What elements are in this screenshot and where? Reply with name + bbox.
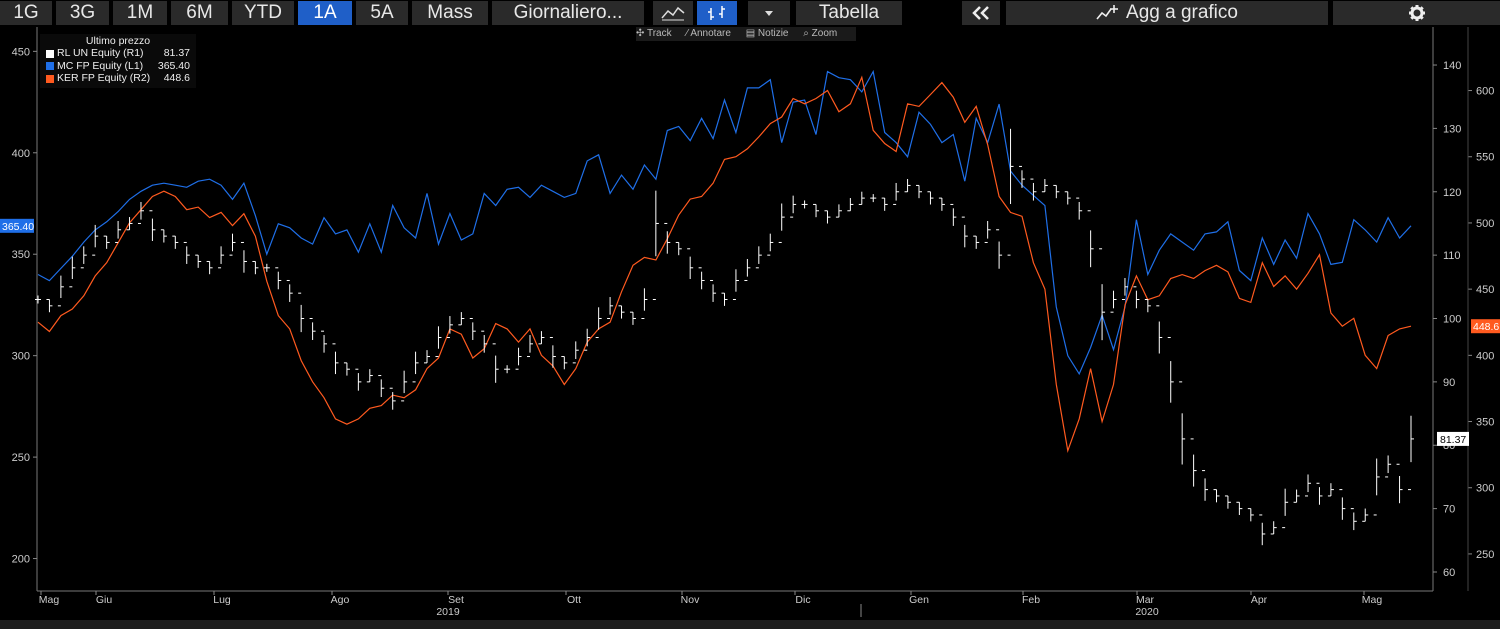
right-axis-r1-tick-label: 130 [1443,123,1461,135]
right-axis-r2-tick-label: 550 [1476,152,1494,164]
x-axis-month-label: Dic [795,594,810,606]
x-axis-month-label: Nov [681,594,700,606]
right-axis-r1-tick-label: 70 [1443,504,1455,516]
chart-legend: Ultimo prezzo RL UN Equity (R1) 81.37 MC… [40,34,196,88]
x-axis-month-label: Lug [213,594,231,606]
right-axis-r1-tick-label: 120 [1443,187,1461,199]
x-axis-month-label: Ago [331,594,350,606]
x-axis-month-label: Mag [39,594,60,606]
legend-title: Ultimo prezzo [85,35,151,47]
x-axis-month-label: Ott [567,594,581,606]
right-axis-r2-tick-label: 400 [1476,350,1494,362]
legend-value-rl: 81.37 [163,47,190,59]
annotate-tool[interactable]: ⁄ Annotare [686,28,737,39]
left-axis-tick-label: 250 [12,452,30,464]
x-axis-month-label: Apr [1251,594,1268,606]
last-value-label-ker: 448.6 [1473,321,1499,333]
status-bar [0,620,1500,629]
right-axis-r1-tick-label: 90 [1443,377,1455,389]
news-tool[interactable]: ▤ Notizie [746,28,795,39]
chart-subtoolbar: ✣ Track ⁄ Annotare ▤ Notizie ⌕ Zoom [636,27,856,41]
legend-value-mc: 365.40 [157,59,190,72]
x-axis-year-label: 2019 [436,606,460,618]
left-axis-tick-label: 200 [12,554,30,566]
left-axis-tick-label: 300 [12,351,30,363]
right-axis-r2-tick-label: 500 [1476,218,1494,230]
left-axis-tick-label: 350 [12,249,30,261]
right-axis-r2-tick-label: 250 [1476,549,1494,561]
right-axis-r2-tick-label: 600 [1476,86,1494,98]
legend-item-mc: MC FP Equity (L1) 365.40 [40,60,196,73]
legend-name-rl: RL UN Equity (R1) [57,47,144,59]
zoom-tool[interactable]: ⌕ Zoom [803,28,843,39]
x-axis-year-label: 2020 [1135,606,1159,618]
x-axis-month-label: Feb [1022,594,1040,606]
left-axis-tick-label: 450 [12,46,30,58]
x-axis-month-label: Giu [96,594,113,606]
legend-swatch-ker [46,74,54,83]
last-value-label-rl: 81.37 [1440,434,1466,446]
right-axis-r2-tick-label: 450 [1476,284,1494,296]
legend-item-ker: KER FP Equity (R2) 448.6 [40,72,196,85]
right-axis-r1-tick-label: 140 [1443,60,1461,72]
legend-name-ker: KER FP Equity (R2) [57,72,151,84]
right-axis-r2-tick-label: 350 [1476,417,1494,429]
legend-name-mc: MC FP Equity (L1) [57,59,144,72]
legend-swatch-rl [46,49,54,58]
x-axis-month-label: Set [448,594,464,606]
left-axis-tick-label: 400 [12,148,30,160]
x-axis-month-label: Mag [1362,594,1383,606]
legend-item-rl: RL UN Equity (R1) 81.37 [40,47,196,60]
right-axis-r1-tick-label: 100 [1443,314,1461,326]
legend-swatch-mc [46,62,54,70]
right-axis-r2-tick-label: 300 [1476,483,1494,495]
last-value-label-mc: 365.40 [2,221,34,233]
series-line-left [37,69,1412,376]
right-axis-r1-tick-label: 110 [1443,250,1461,262]
x-axis-month-label: Gen [909,594,929,606]
price-chart[interactable]: 2002503003504004506070809010011012013014… [0,0,1500,629]
x-axis-month-label: Mar [1136,594,1155,606]
track-tool[interactable]: ✣ Track [636,28,678,39]
legend-value-ker: 448.6 [163,72,190,84]
right-axis-r1-tick-label: 60 [1443,567,1455,579]
